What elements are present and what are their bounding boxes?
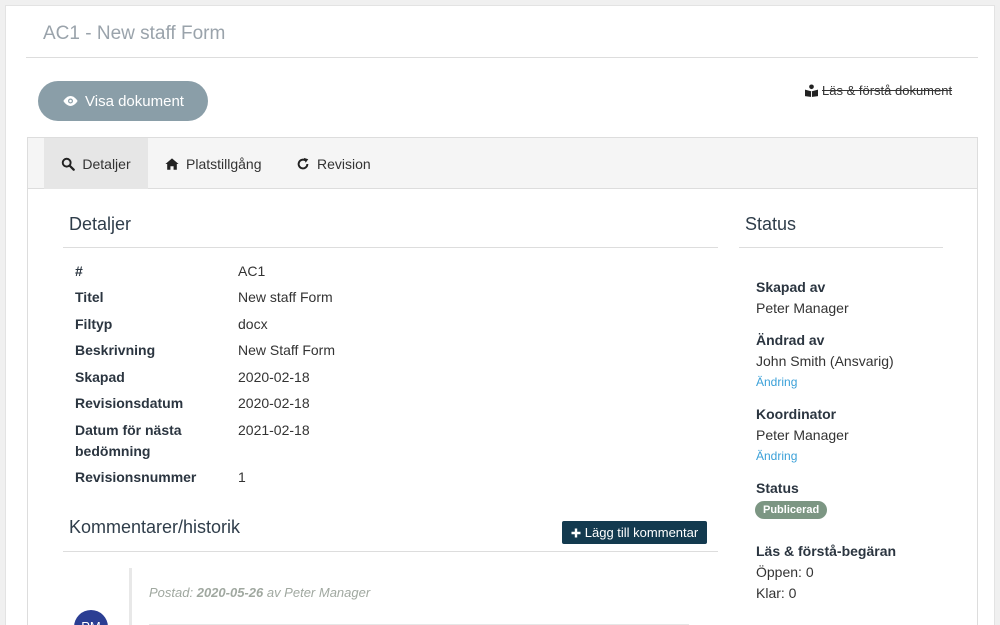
add-comment-label: Lägg till kommentar [584,525,699,540]
view-document-button[interactable]: Visa dokument [38,81,208,121]
status-label: Status [756,480,799,496]
search-icon [62,157,76,171]
created-by-value: Peter Manager [756,300,849,316]
detail-value-title: New staff Form [238,289,333,305]
created-by-label: Skapad av [756,279,826,295]
detail-label-revision-number: Revisionsnummer [75,469,197,485]
eye-icon [63,96,78,106]
avatar-initials: PM [81,619,101,625]
home-icon [165,157,179,170]
coordinator-value: Peter Manager [756,427,849,443]
document-panel: Detaljer Platstillgång Revision Detaljer… [27,137,978,625]
tab-platstillgang-label: Platstillgång [186,155,262,172]
comments-divider [63,551,718,552]
read-understand-label: Läs & förstå dokument [822,83,953,98]
refresh-icon [297,157,309,169]
reader-icon [805,84,818,97]
page: AC1 - New staff Form Visa dokument Läs &… [5,5,995,625]
detail-value-filetype: docx [238,316,268,332]
add-comment-button[interactable]: Lägg till kommentar [562,521,707,544]
plus-icon [571,528,581,537]
comment-posted-meta: Postad: 2020-05-26 av Peter Manager [149,585,370,600]
view-document-label: Visa dokument [85,92,184,110]
detail-label-title: Titel [75,289,104,305]
tab-detaljer[interactable]: Detaljer [44,138,148,189]
details-title: Detaljer [69,214,132,234]
detail-value-revision-date: 2020-02-18 [238,395,310,411]
detail-label-number: # [75,263,83,279]
tab-bar: Detaljer Platstillgång Revision [28,138,977,189]
detail-value-number: AC1 [238,263,266,279]
detail-value-next-review: 2021-02-18 [238,422,310,438]
posted-author: av Peter Manager [266,585,371,600]
read-request-done: Klar: 0 [756,585,797,601]
avatar: PM [74,610,108,625]
detail-label-next-review: Datum för nästa bedömning [75,422,182,459]
posted-prefix: Postad: [149,585,194,600]
status-title: Status [745,214,797,234]
details-divider [63,247,718,248]
tab-detaljer-label: Detaljer [82,155,131,172]
tab-platstillgang[interactable]: Platstillgång [165,138,262,189]
page-header: AC1 - New staff Form [26,6,978,58]
detail-label-revision-date: Revisionsdatum [75,395,184,411]
detail-label-filetype: Filtyp [75,316,113,332]
changed-by-label: Ändrad av [756,332,825,348]
read-understand-link[interactable]: Läs & förstå dokument [804,83,952,98]
changed-by-change-link[interactable]: Ändring [756,375,797,389]
status-divider [739,247,943,248]
read-request-label: Läs & förstå-begäran [756,543,897,559]
read-request-open: Öppen: 0 [756,564,814,580]
changed-by-value: John Smith (Ansvarig) [756,353,894,369]
coordinator-change-link[interactable]: Ändring [756,449,797,463]
posted-date: 2020-05-26 [196,585,264,600]
detail-value-created: 2020-02-18 [238,369,310,385]
tab-revision-label: Revision [317,155,371,172]
detail-value-description: New Staff Form [238,342,335,358]
page-title: AC1 - New staff Form [43,23,226,44]
detail-label-description: Beskrivning [75,342,156,358]
detail-label-created: Skapad [75,369,125,385]
timeline-line [129,568,132,625]
status-badge: Publicerad [755,501,828,519]
detail-value-revision-number: 1 [238,469,246,485]
coordinator-label: Koordinator [756,406,837,422]
comments-title: Kommentarer/historik [69,517,241,537]
tab-revision[interactable]: Revision [296,138,371,189]
